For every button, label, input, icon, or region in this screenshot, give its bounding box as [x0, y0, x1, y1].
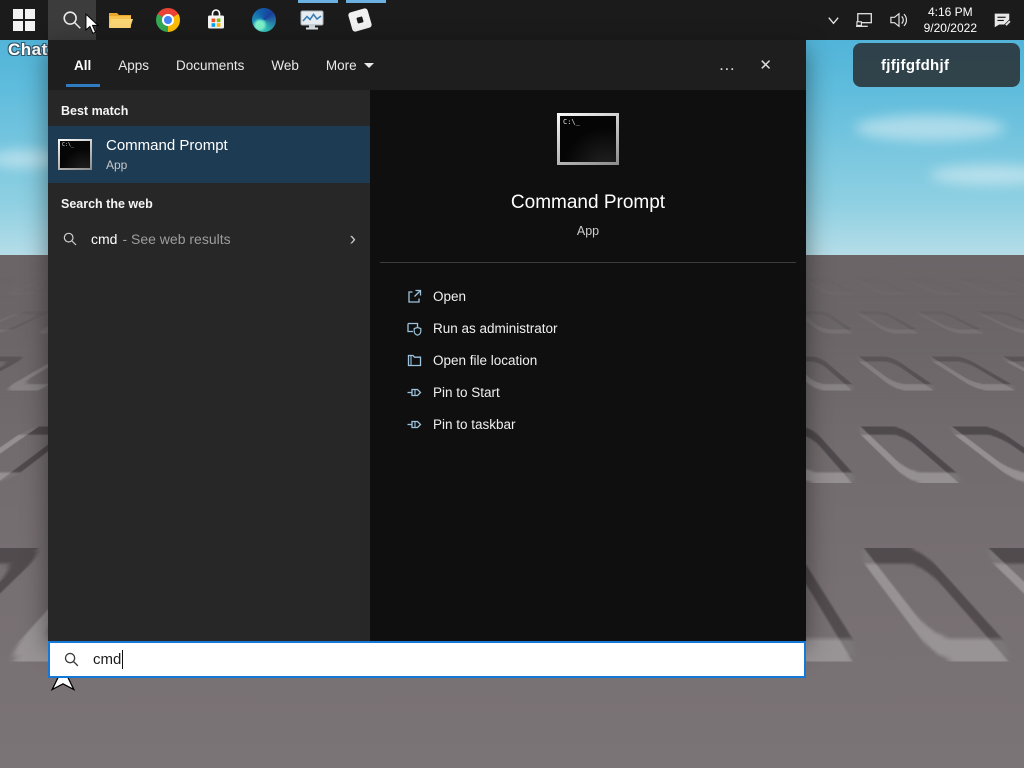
hidden-icons-button[interactable]	[819, 0, 848, 40]
volume-button[interactable]	[882, 0, 916, 40]
chevron-down-icon	[363, 62, 374, 68]
chevron-right-icon[interactable]: ›	[350, 230, 356, 249]
chevron-down-icon	[827, 16, 839, 24]
web-query-text: cmd	[91, 231, 118, 247]
action-label: Pin to Start	[433, 384, 500, 400]
action-label: Open	[433, 288, 467, 304]
admin-shield-icon	[407, 322, 422, 336]
open-icon	[408, 289, 422, 303]
tab-all[interactable]: All	[74, 40, 91, 90]
action-label: Pin to taskbar	[433, 416, 516, 432]
result-type: App	[106, 158, 128, 172]
pin-icon	[407, 388, 422, 396]
command-prompt-icon: C:\_	[58, 139, 92, 170]
preview-panel: C:\_ Command Prompt App Open Run as admi…	[370, 90, 806, 641]
network-button[interactable]	[848, 0, 882, 40]
taskbar-clock[interactable]: 4:16 PM 9/20/2022	[916, 4, 985, 36]
command-prompt-icon-large: C:\_	[557, 113, 619, 165]
microsoft-store-icon	[208, 9, 224, 29]
file-explorer-icon	[109, 13, 133, 28]
action-open-file-location[interactable]: Open file location	[406, 344, 806, 376]
cloud	[930, 165, 1024, 185]
action-run-as-administrator[interactable]: Run as administrator	[406, 312, 806, 344]
notification-icon	[994, 13, 1012, 28]
player-name: fjfjfgfdhjf	[881, 56, 950, 74]
close-button[interactable]: ✕	[747, 56, 784, 74]
tab-label: More	[325, 57, 357, 73]
search-results-panel: Best match C:\_ Command Prompt App Searc…	[48, 90, 370, 641]
network-icon	[855, 13, 872, 27]
cloud	[855, 115, 1005, 141]
tab-label: Web	[271, 57, 299, 73]
windows-logo-icon	[13, 9, 35, 31]
search-input[interactable]: cmd	[48, 641, 806, 678]
task-manager-icon	[300, 10, 324, 30]
preview-app-type: App	[576, 224, 600, 238]
tab-web[interactable]: Web	[271, 40, 299, 90]
task-manager-button[interactable]	[288, 0, 336, 40]
search-web-heading: Search the web	[61, 197, 153, 211]
volume-icon	[889, 12, 907, 28]
clock-date: 9/20/2022	[923, 21, 977, 35]
web-search-result[interactable]: cmd - See web results ›	[48, 219, 370, 259]
folder-location-icon	[407, 354, 422, 366]
search-icon	[63, 232, 77, 246]
pin-icon	[407, 420, 422, 428]
player-name-tag: fjfjfgfdhjf	[853, 43, 1020, 87]
file-explorer-button[interactable]	[96, 0, 144, 40]
clock-time: 4:16 PM	[927, 4, 973, 19]
chrome-button[interactable]	[144, 0, 192, 40]
action-label: Run as administrator	[433, 320, 558, 336]
roblox-button[interactable]	[336, 0, 384, 40]
web-hint-text: - See web results	[122, 231, 231, 247]
tab-label: Documents	[176, 57, 245, 73]
edge-button[interactable]	[240, 0, 288, 40]
more-options-button[interactable]: …	[706, 55, 747, 75]
search-tabs-bar: All Apps Documents Web More … ✕	[48, 40, 806, 90]
mouse-cursor	[85, 13, 100, 35]
action-pin-to-start[interactable]: Pin to Start	[406, 376, 806, 408]
action-open[interactable]: Open	[406, 280, 806, 312]
search-icon	[63, 11, 81, 29]
tab-apps[interactable]: Apps	[118, 40, 149, 90]
best-match-heading: Best match	[61, 104, 129, 118]
action-label: Open file location	[433, 352, 538, 368]
action-pin-to-taskbar[interactable]: Pin to taskbar	[406, 408, 806, 440]
tab-documents[interactable]: Documents	[176, 40, 244, 90]
context-actions: Open Run as administrator Open file loca…	[370, 263, 806, 440]
taskbar: 4:16 PM 9/20/2022	[0, 0, 1024, 40]
search-icon	[64, 652, 79, 667]
start-button[interactable]	[0, 0, 48, 40]
running-indicator-task-manager	[298, 0, 338, 3]
microsoft-store-button[interactable]	[192, 0, 240, 40]
chrome-icon	[156, 8, 180, 32]
tab-label: All	[74, 57, 92, 73]
roblox-icon	[347, 7, 373, 33]
text-caret	[122, 650, 124, 669]
tab-label: Apps	[118, 57, 150, 73]
best-match-result[interactable]: C:\_ Command Prompt App	[48, 126, 370, 183]
action-center-button[interactable]	[985, 0, 1024, 40]
tab-more[interactable]: More	[326, 40, 374, 90]
edge-icon	[252, 8, 276, 32]
result-title: Command Prompt	[106, 137, 228, 154]
preview-app-name: Command Prompt	[510, 192, 666, 213]
search-query-value: cmd	[93, 651, 122, 668]
system-tray: 4:16 PM 9/20/2022	[819, 0, 1024, 40]
windows-search-flyout: All Apps Documents Web More … ✕ Best mat…	[48, 40, 806, 641]
running-indicator-roblox	[346, 0, 386, 3]
